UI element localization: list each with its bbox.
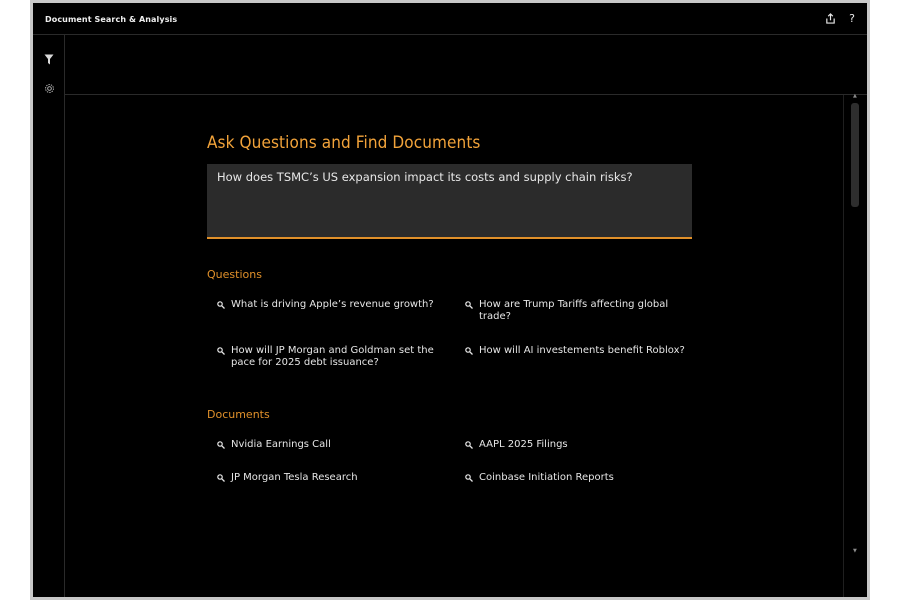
search-icon xyxy=(217,474,225,482)
left-toolbar xyxy=(33,35,65,597)
app-window: Document Search & Analysis ? ▲ ▼ Ask Que… xyxy=(33,3,867,597)
search-icon xyxy=(465,347,473,355)
settings-icon[interactable] xyxy=(42,81,56,95)
title-bar: Document Search & Analysis ? xyxy=(33,3,867,35)
suggested-document-text[interactable]: JP Morgan Tesla Research xyxy=(231,472,358,484)
filter-bar xyxy=(65,35,867,95)
suggested-document-text[interactable]: AAPL 2025 Filings xyxy=(479,439,568,451)
app-title: Document Search & Analysis xyxy=(45,15,178,24)
suggested-question-text[interactable]: How will JP Morgan and Goldman set the p… xyxy=(231,345,439,369)
search-icon xyxy=(217,347,225,355)
scrollbar-thumb[interactable] xyxy=(851,103,859,207)
search-icon xyxy=(465,301,473,309)
help-icon[interactable]: ? xyxy=(845,11,859,25)
suggested-document[interactable]: AAPL 2025 Filings xyxy=(465,439,685,451)
suggested-question[interactable]: What is driving Apple’s revenue growth? xyxy=(217,299,437,311)
filter-icon[interactable] xyxy=(42,52,56,66)
documents-section-label: Documents xyxy=(207,408,270,421)
page-title: Ask Questions and Find Documents xyxy=(207,133,481,153)
scroll-down-icon[interactable]: ▼ xyxy=(853,549,857,554)
question-input-value[interactable]: How does TSMC’s US expansion impact its … xyxy=(217,170,633,184)
scroll-up-icon[interactable]: ▲ xyxy=(853,94,857,99)
suggested-question-text[interactable]: How will AI investements benefit Roblox? xyxy=(479,345,685,357)
suggested-document-text[interactable]: Coinbase Initiation Reports xyxy=(479,472,614,484)
suggested-question[interactable]: How are Trump Tariffs affecting global t… xyxy=(465,299,677,323)
share-icon[interactable] xyxy=(823,11,837,25)
suggested-document[interactable]: JP Morgan Tesla Research xyxy=(217,472,437,484)
search-icon xyxy=(465,474,473,482)
questions-section-label: Questions xyxy=(207,268,262,281)
suggested-question-text[interactable]: How are Trump Tariffs affecting global t… xyxy=(479,299,677,323)
suggested-document[interactable]: Nvidia Earnings Call xyxy=(217,439,437,451)
search-icon xyxy=(465,441,473,449)
suggested-question[interactable]: How will JP Morgan and Goldman set the p… xyxy=(217,345,439,369)
search-icon xyxy=(217,301,225,309)
suggested-question-text[interactable]: What is driving Apple’s revenue growth? xyxy=(231,299,434,311)
search-icon xyxy=(217,441,225,449)
question-input[interactable]: How does TSMC’s US expansion impact its … xyxy=(207,164,692,239)
scrollbar[interactable]: ▲ ▼ xyxy=(843,94,865,597)
suggested-document[interactable]: Coinbase Initiation Reports xyxy=(465,472,685,484)
suggested-question[interactable]: How will AI investements benefit Roblox? xyxy=(465,345,693,357)
title-bar-actions: ? xyxy=(823,11,859,25)
suggested-document-text[interactable]: Nvidia Earnings Call xyxy=(231,439,331,451)
